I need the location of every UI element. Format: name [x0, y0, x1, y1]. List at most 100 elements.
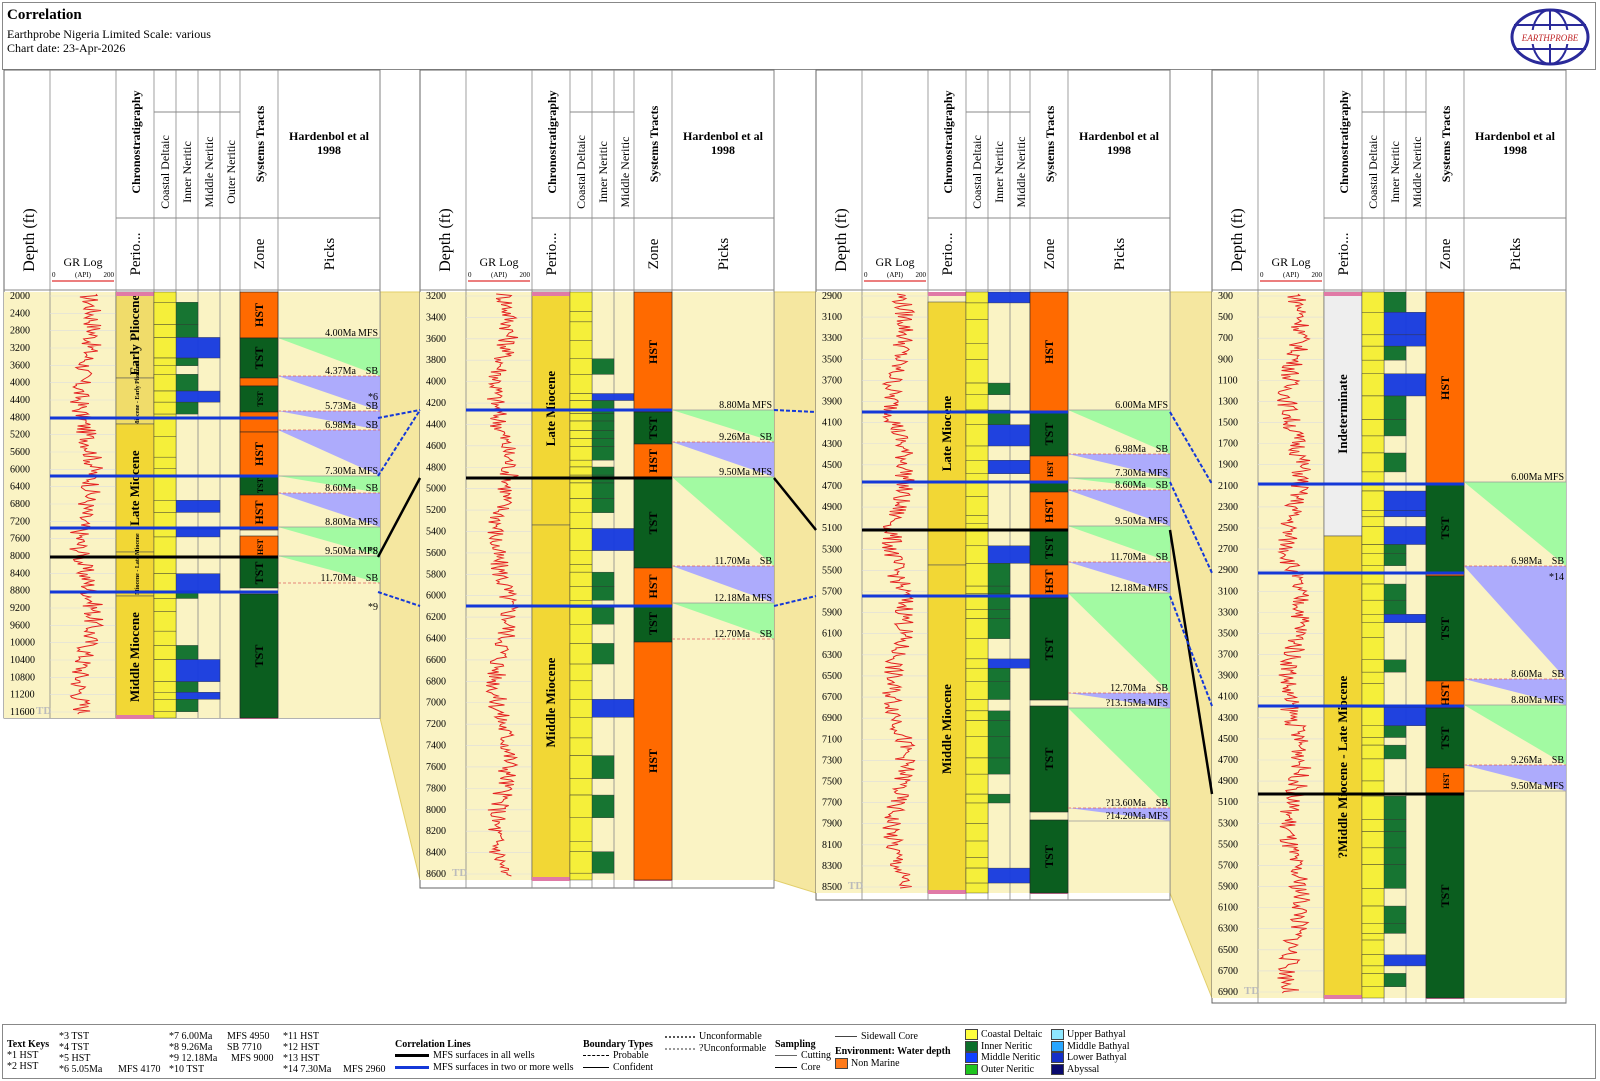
core-swatch [775, 1067, 797, 1069]
pick-type-label: MFS [1148, 583, 1168, 594]
environment-block [569, 643, 593, 665]
chrono-label: Late Miocene [939, 396, 954, 472]
gr-log-header: GR Log [480, 255, 519, 269]
pick-age-label: 11.70Ma [321, 573, 357, 584]
environment-block [965, 545, 989, 564]
environment-block [569, 851, 593, 874]
environment-legend-item: Coastal Deltaic [965, 1029, 1042, 1041]
gr-unit: (API) [1283, 271, 1300, 279]
pick-type-label: MFS [1148, 516, 1168, 527]
chrono-header: Chronostratigraphy [941, 90, 955, 193]
depth-tick-label: 2900 [822, 291, 842, 302]
zone-label: TST [1438, 517, 1452, 540]
inner-neritic-header: Inner Neritic [180, 141, 194, 203]
depth-tick-label: 2900 [1218, 565, 1238, 576]
environment-block [1361, 334, 1385, 347]
environment-block [965, 382, 989, 395]
environment-block [569, 680, 593, 700]
environment-block [1361, 395, 1385, 420]
depth-tick-label: 4300 [822, 439, 842, 450]
environment-block [153, 598, 177, 612]
legend-key: *10 TST [169, 1064, 205, 1075]
legend-key: *4 TST [59, 1042, 90, 1053]
environment-block [965, 618, 989, 639]
environment-block [569, 607, 593, 625]
pick-age-label: 8.80Ma [719, 400, 750, 411]
depth-tick-label: 5700 [1218, 860, 1238, 871]
depth-tick-label: 8100 [822, 840, 842, 851]
legend: Text Keys *1 HST *2 HST *3 TST *4 TST *5… [2, 1024, 1596, 1079]
legend-key: *12 HST [283, 1042, 320, 1053]
depth-header: Depth (ft) [833, 208, 850, 272]
depth-tick-label: 5500 [822, 565, 842, 576]
environment-block [1361, 452, 1385, 473]
unconformable-swatch [665, 1035, 695, 1038]
zone-label: HST [646, 340, 660, 364]
chrono-marker [532, 877, 570, 881]
depth-tick-label: 700 [1218, 333, 1233, 344]
chrono-marker [532, 292, 570, 296]
environment-block [153, 302, 177, 325]
chrono-marker [928, 292, 966, 296]
environment-block [569, 528, 593, 551]
environment-block [569, 624, 593, 644]
environment-block [1361, 614, 1385, 623]
environment-swatch [1051, 1052, 1064, 1064]
environment-block [1361, 939, 1385, 955]
environment-block [1361, 683, 1385, 708]
zone-label: TST [1438, 617, 1452, 640]
gr-max: 200 [104, 271, 115, 279]
zone-label: TST [1042, 748, 1056, 771]
environment-block [569, 550, 593, 565]
environment-block [965, 667, 989, 682]
environment-block [569, 291, 593, 312]
depth-tick-label: 3200 [426, 291, 446, 302]
zone-label: TST [1042, 423, 1056, 446]
environment-block [1361, 864, 1385, 889]
environment-block [569, 717, 593, 739]
depth-tick-label: 3700 [822, 375, 842, 386]
zone-header: Zone [1438, 238, 1454, 269]
chrono-marker [116, 292, 154, 296]
depth-tick-label: 4800 [426, 462, 446, 473]
pick-age-label: 12.70Ma [714, 629, 750, 640]
middle-neritic-header: Middle Neritic [1410, 137, 1424, 208]
environment-label: Lower Bathyal [1067, 1052, 1127, 1063]
depth-tick-label: 7500 [822, 776, 842, 787]
depth-tick-label: 6900 [822, 713, 842, 724]
environment-block [1361, 671, 1385, 684]
depth-tick-label: 2400 [10, 308, 30, 319]
pick-age-label: 6.98Ma [325, 420, 356, 431]
correlation-fill [379, 291, 421, 881]
coastal-neritic-header: Coastal Deltaic [158, 135, 172, 209]
depth-tick-label: 2500 [1218, 523, 1238, 534]
gr-unit: (API) [491, 271, 508, 279]
environment-block [965, 445, 989, 461]
depth-tick-label: 2300 [1218, 502, 1238, 513]
depth-tick-label: 6400 [426, 634, 446, 645]
environment-block [965, 473, 989, 497]
environment-block [569, 817, 593, 842]
pick-age-label: ?14.20Ma [1106, 811, 1147, 822]
zone-label: HST [1042, 499, 1056, 523]
environment-block [153, 456, 177, 469]
environment-block [569, 737, 593, 756]
environment-block [965, 757, 989, 775]
environment-block [569, 564, 593, 573]
environment-block [965, 343, 989, 360]
environment-block [965, 882, 989, 894]
depth-tick-label: 7700 [822, 798, 842, 809]
pick-type-label: MFS [1148, 468, 1168, 479]
middle-neritic-header: Middle Neritic [618, 137, 632, 208]
pick-type-label: MFS [358, 328, 378, 339]
environment-block [569, 755, 593, 779]
environment-block [1361, 847, 1385, 865]
legend-cutting: Cutting [801, 1050, 832, 1061]
legend-unconformable: Unconformable [699, 1031, 762, 1042]
environment-block [1361, 725, 1385, 738]
environment-block [965, 609, 989, 619]
depth-tick-label: 6600 [426, 655, 446, 666]
legend-sampling-title: Sampling [775, 1039, 816, 1050]
gr-log-header: GR Log [876, 255, 915, 269]
legend-key: *8 9.26Ma [169, 1042, 213, 1053]
